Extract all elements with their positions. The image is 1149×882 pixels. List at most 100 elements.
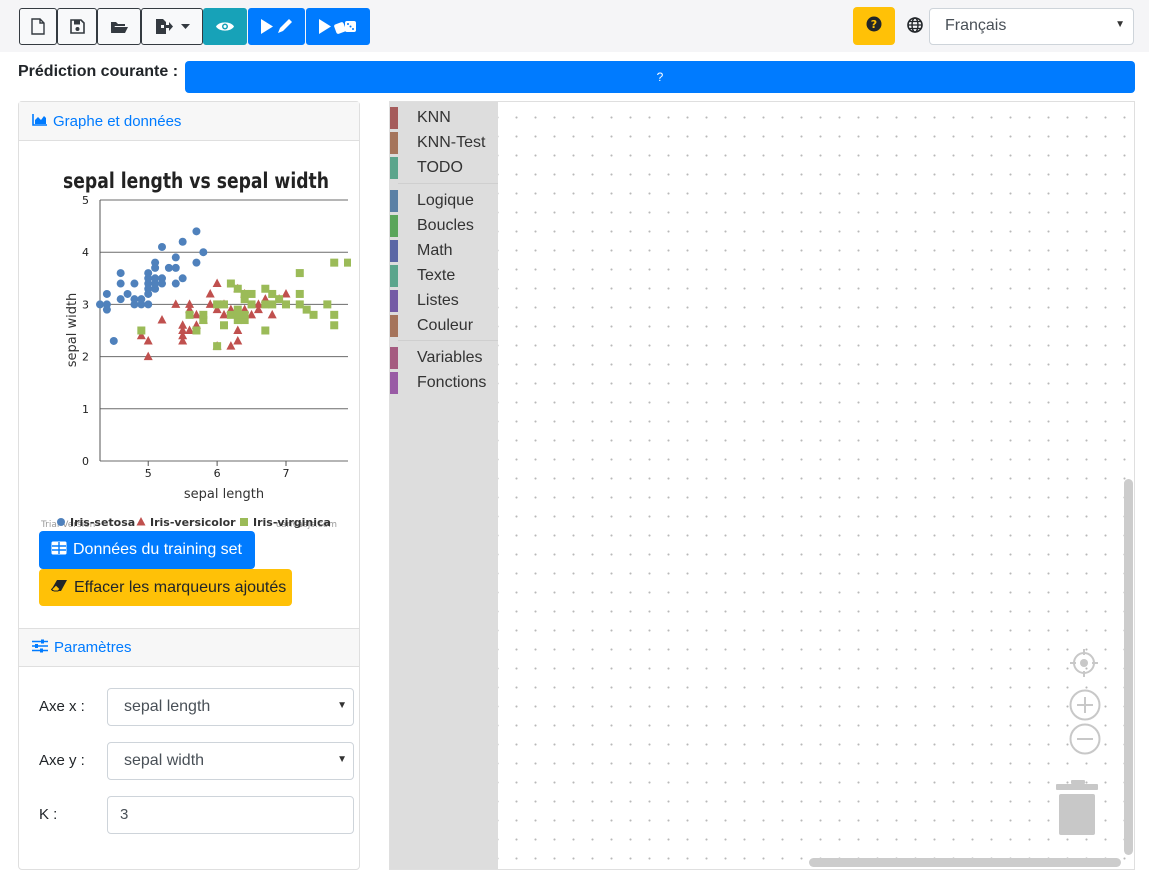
vertical-scrollbar[interactable] — [1124, 479, 1133, 855]
data-point-iris-virginica — [309, 310, 318, 319]
table-icon — [51, 541, 67, 560]
eye-icon — [215, 20, 235, 33]
data-point-iris-versicolor — [143, 335, 153, 345]
data-point-iris-setosa — [171, 279, 180, 288]
export-icon — [155, 18, 173, 35]
data-point-iris-setosa — [151, 263, 160, 272]
data-point-iris-setosa — [102, 305, 111, 314]
clear-markers-button[interactable]: Effacer les marqueurs ajoutés — [39, 569, 292, 606]
data-point-iris-versicolor — [178, 320, 188, 329]
category-label: Logique — [417, 192, 474, 209]
side-panel: Graphe et données sepal length vs sepal … — [18, 101, 360, 870]
data-point-iris-virginica — [185, 310, 194, 319]
run-random-button[interactable] — [306, 8, 370, 45]
toolbox-category-texte[interactable]: Texte — [390, 265, 498, 287]
data-point-iris-virginica — [302, 305, 311, 314]
data-point-iris-virginica — [282, 300, 290, 309]
data-point-iris-virginica — [275, 295, 284, 304]
toolbox-category-todo[interactable]: TODO — [390, 157, 498, 179]
category-label: KNN — [417, 109, 451, 126]
toolbox-category-variables[interactable]: Variables — [390, 347, 498, 369]
data-point-iris-virginica — [137, 326, 146, 335]
params-panel-header[interactable]: Paramètres — [19, 628, 359, 667]
category-color-swatch — [390, 190, 398, 212]
svg-text:?: ? — [871, 18, 877, 31]
recenter-button[interactable] — [1069, 648, 1099, 683]
trash-icon — [1055, 780, 1099, 841]
chevron-down-icon: ▼ — [1115, 19, 1125, 30]
data-point-iris-virginica — [220, 321, 228, 330]
data-point-iris-virginica — [330, 310, 339, 319]
data-point-iris-setosa — [151, 279, 160, 288]
axis-y-label: Axe y : — [39, 752, 85, 769]
y-tick-label: 0 — [82, 455, 89, 468]
data-point-iris-versicolor — [233, 335, 243, 345]
axis-y-select[interactable]: sepal width ▼ — [107, 742, 354, 780]
zoom-out-button[interactable] — [1069, 723, 1101, 760]
data-point-iris-setosa — [158, 279, 166, 288]
trash-button[interactable] — [1055, 779, 1099, 842]
data-point-iris-virginica — [220, 300, 228, 309]
open-file-button[interactable] — [97, 8, 141, 45]
data-point-iris-setosa — [178, 274, 187, 283]
k-input[interactable]: 3 — [107, 796, 354, 834]
category-label: KNN-Test — [417, 134, 486, 151]
y-tick-label: 3 — [82, 298, 89, 311]
language-select[interactable]: Français ▼ — [929, 8, 1134, 45]
blocks-workspace[interactable]: KNN KNN-Test TODO Logique Boucles Math Texte Li… — [389, 101, 1135, 870]
data-point-iris-setosa — [164, 263, 173, 272]
axis-x-select[interactable]: sepal length ▼ — [107, 688, 354, 726]
play-edit-icon — [260, 18, 294, 35]
zoom-in-button[interactable] — [1069, 689, 1101, 726]
legend-label: Iris-setosa — [70, 516, 135, 529]
data-point-iris-setosa — [130, 295, 139, 304]
x-axis-label: sepal length — [184, 487, 264, 502]
toolbox-category-couleur[interactable]: Couleur — [390, 315, 498, 337]
data-point-iris-virginica — [233, 284, 242, 293]
new-file-button[interactable] — [19, 8, 57, 45]
y-tick-label: 5 — [82, 194, 89, 207]
data-point-iris-virginica — [295, 300, 304, 309]
data-point-iris-virginica — [295, 269, 304, 278]
prediction-value: ? — [656, 70, 664, 84]
help-button[interactable]: ? — [853, 7, 895, 45]
training-data-button[interactable]: Données du training set — [39, 531, 255, 569]
data-point-iris-virginica — [240, 310, 249, 319]
toolbox-category-math[interactable]: Math — [390, 240, 498, 262]
language-select-value: Français — [945, 17, 1007, 34]
legend-label: Iris-virginica — [253, 516, 331, 529]
category-label: Couleur — [417, 317, 474, 334]
data-point-iris-virginica — [247, 300, 256, 309]
category-color-swatch — [390, 265, 398, 287]
data-point-iris-versicolor — [157, 315, 167, 324]
data-point-iris-virginica — [330, 321, 339, 330]
chevron-down-icon: ▼ — [337, 754, 347, 765]
category-label: Math — [417, 242, 453, 259]
view-code-button[interactable] — [203, 8, 247, 45]
data-point-iris-virginica — [323, 300, 332, 309]
area-chart-icon — [32, 113, 47, 130]
horizontal-scrollbar[interactable] — [809, 858, 1121, 867]
export-dropdown-button[interactable] — [141, 8, 203, 45]
category-color-swatch — [390, 107, 398, 129]
toolbox-category-listes[interactable]: Listes — [390, 290, 498, 312]
toolbox-category-boucles[interactable]: Boucles — [390, 215, 498, 237]
toolbox-category-logique[interactable]: Logique — [390, 190, 498, 212]
run-edit-button[interactable] — [248, 8, 305, 45]
toolbox-category-fonctions[interactable]: Fonctions — [390, 372, 498, 394]
save-button[interactable] — [57, 8, 97, 45]
toolbox-category-knn-test[interactable]: KNN-Test — [390, 132, 498, 154]
category-color-swatch — [390, 240, 398, 262]
x-tick-label: 7 — [283, 467, 290, 480]
toolbox-separator — [398, 183, 498, 184]
scatter-chart[interactable]: sepal length vs sepal width 0 1 2 3 4 5 5 6 7 sepa… — [40, 162, 352, 542]
data-point-iris-virginica — [261, 300, 270, 309]
prediction-bar: ? — [185, 61, 1135, 93]
clear-markers-label: Effacer les marqueurs ajoutés — [74, 578, 287, 596]
toolbox-category-knn[interactable]: KNN — [390, 107, 498, 129]
data-point-iris-virginica — [247, 289, 256, 298]
data-point-iris-setosa — [158, 242, 166, 251]
zoom-out-icon — [1069, 723, 1101, 759]
graph-panel-header[interactable]: Graphe et données — [19, 102, 359, 141]
y-tick-label: 2 — [82, 351, 89, 364]
